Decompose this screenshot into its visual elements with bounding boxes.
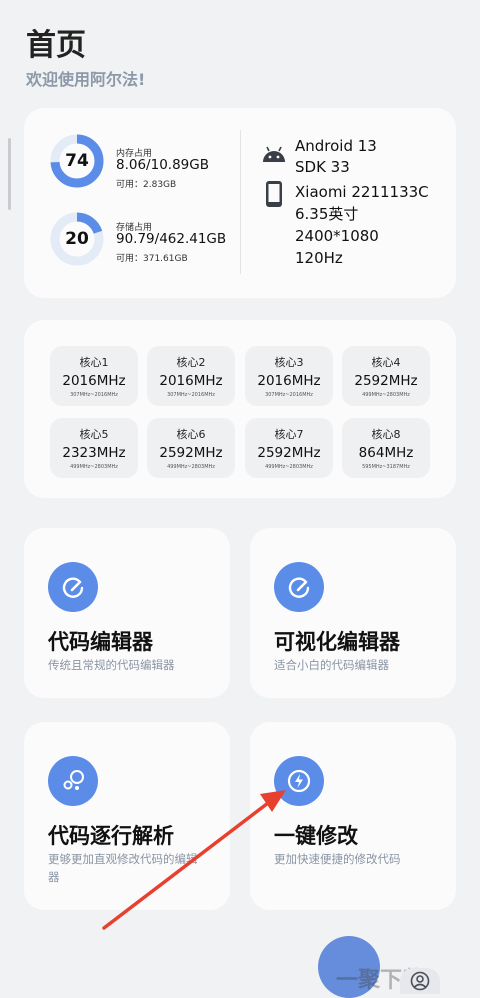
- storage-ring: 20: [50, 212, 104, 266]
- core-range: 307MHz~2016MHz: [167, 392, 215, 398]
- scroll-indicator: [8, 138, 11, 210]
- feature-desc: 更加快速便捷的修改代码: [274, 852, 401, 866]
- pen-icon: [48, 562, 98, 612]
- core-tile: 核心2 2016MHz 307MHz~2016MHz: [147, 346, 235, 406]
- core-name: 核心5: [79, 428, 109, 441]
- android-icon: [260, 144, 288, 168]
- memory-percent: 74: [65, 151, 89, 171]
- android-version: Android 13: [295, 137, 377, 155]
- core-freq: 2016MHz: [62, 373, 126, 389]
- feature-desc: 传统且常规的代码编辑器: [48, 658, 175, 672]
- core-tile: 核心3 2016MHz 307MHz~2016MHz: [245, 346, 333, 406]
- cpu-cores-card: 核心1 2016MHz 307MHz~2016MHz 核心2 2016MHz 3…: [24, 320, 456, 498]
- core-freq: 2016MHz: [159, 373, 223, 389]
- screen-resolution: 2400*1080: [295, 227, 379, 245]
- storage-value: 90.79/462.41GB: [116, 231, 227, 247]
- core-tile: 核心7 2592MHz 499MHz~2803MHz: [245, 418, 333, 478]
- core-tile: 核心1 2016MHz 307MHz~2016MHz: [50, 346, 138, 406]
- storage-percent: 20: [65, 229, 89, 249]
- core-freq: 2592MHz: [257, 445, 321, 461]
- bolt-icon: [274, 756, 324, 806]
- core-range: 307MHz~2016MHz: [70, 392, 118, 398]
- page-title: 首页: [26, 28, 86, 63]
- core-range: 499MHz~2803MHz: [70, 464, 118, 470]
- core-tile: 核心8 864MHz 595MHz~3187MHz: [342, 418, 430, 478]
- feature-title: 一键修改: [274, 824, 358, 848]
- refresh-rate: 120Hz: [295, 249, 343, 267]
- feature-desc: 适合小白的代码编辑器: [274, 658, 389, 672]
- core-range: 595MHz~3187MHz: [362, 464, 410, 470]
- sdk-version: SDK 33: [295, 158, 350, 176]
- bubbles-icon: [48, 756, 98, 806]
- phone-icon: [265, 180, 283, 212]
- core-freq: 864MHz: [358, 445, 414, 461]
- storage-available: 可用：371.61GB: [116, 254, 188, 264]
- feature-visual-editor[interactable]: 可视化编辑器 适合小白的代码编辑器: [250, 528, 456, 698]
- feature-title: 代码编辑器: [48, 630, 153, 654]
- core-name: 核心4: [371, 356, 401, 369]
- core-freq: 2592MHz: [159, 445, 223, 461]
- core-name: 核心7: [274, 428, 304, 441]
- core-freq: 2323MHz: [62, 445, 126, 461]
- feature-title: 代码逐行解析: [48, 824, 174, 848]
- pen-icon: [274, 562, 324, 612]
- feature-one-click-edit[interactable]: 一键修改 更加快速便捷的修改代码: [250, 722, 456, 910]
- core-range: 307MHz~2016MHz: [265, 392, 313, 398]
- system-info-card: 74 内存占用 8.06/10.89GB 可用：2.83GB 20 存储占用 9…: [24, 108, 456, 298]
- memory-value: 8.06/10.89GB: [116, 157, 209, 173]
- core-freq: 2592MHz: [354, 373, 418, 389]
- core-tile: 核心4 2592MHz 499MHz~2803MHz: [342, 346, 430, 406]
- device-model: Xiaomi 2211133C: [295, 183, 429, 201]
- feature-title: 可视化编辑器: [274, 630, 400, 654]
- core-range: 499MHz~2803MHz: [265, 464, 313, 470]
- divider: [240, 130, 241, 274]
- core-name: 核心8: [371, 428, 401, 441]
- core-tile: 核心6 2592MHz 499MHz~2803MHz: [147, 418, 235, 478]
- screen-size: 6.35英寸: [295, 205, 359, 223]
- memory-ring: 74: [50, 134, 104, 188]
- core-name: 核心6: [176, 428, 206, 441]
- feature-line-parser[interactable]: 代码逐行解析 更够更加直观修改代码的编辑器: [24, 722, 230, 910]
- page-subtitle: 欢迎使用阿尔法!: [26, 70, 146, 89]
- feature-desc: 更够更加直观修改代码的编辑器: [48, 852, 198, 884]
- core-range: 499MHz~2803MHz: [167, 464, 215, 470]
- memory-available: 可用：2.83GB: [116, 180, 177, 190]
- feature-code-editor[interactable]: 代码编辑器 传统且常规的代码编辑器: [24, 528, 230, 698]
- core-freq: 2016MHz: [257, 373, 321, 389]
- core-name: 核心3: [274, 356, 304, 369]
- core-name: 核心2: [176, 356, 206, 369]
- profile-button[interactable]: [400, 968, 440, 994]
- core-range: 499MHz~2803MHz: [362, 392, 410, 398]
- core-tile: 核心5 2323MHz 499MHz~2803MHz: [50, 418, 138, 478]
- profile-icon: [410, 971, 430, 991]
- core-name: 核心1: [79, 356, 109, 369]
